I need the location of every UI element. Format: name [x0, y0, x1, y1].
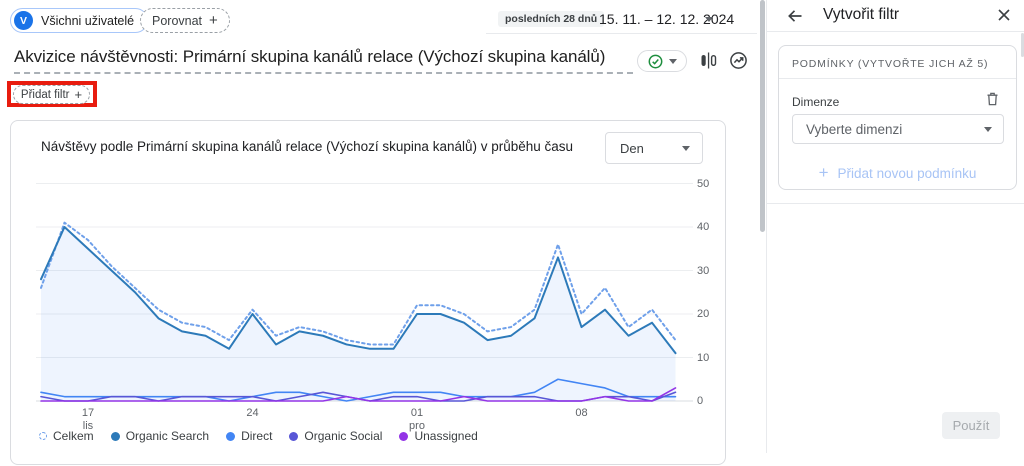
audience-chip-label: Všichni uživatelé: [41, 13, 135, 28]
caret-down-icon: [705, 17, 713, 22]
close-button[interactable]: [995, 6, 1013, 24]
date-range-preset-badge: posledních 28 dnů: [498, 11, 605, 27]
vertical-scrollbar-thumb[interactable]: [760, 0, 765, 232]
dimension-select[interactable]: Vyberte dimenzi: [792, 114, 1004, 144]
back-button[interactable]: [785, 6, 805, 26]
legend-marker-icon: [289, 431, 299, 441]
delete-condition-button[interactable]: [986, 92, 999, 106]
caret-down-icon: [668, 58, 677, 64]
compare-label: Porovnat: [152, 13, 203, 28]
legend-item: Organic Search: [110, 429, 210, 443]
panel-header-divider: [767, 31, 1024, 32]
legend-marker-icon: [39, 432, 47, 440]
audience-chip[interactable]: V Všichni uživatelé: [10, 8, 149, 33]
legend-item: Unassigned: [399, 429, 478, 443]
legend-item: Direct: [226, 429, 272, 443]
insights-icon: [730, 52, 747, 69]
panel-title: Vytvořit filtr: [823, 6, 900, 23]
chart-card: Návštěvy podle Primární skupina kanálů r…: [10, 120, 726, 465]
page: { "header": { "audience_avatar": "V", "a…: [0, 0, 1024, 465]
arrow-back-icon: [788, 10, 802, 22]
legend-label: Organic Social: [304, 429, 383, 443]
y-tick-label: 0: [697, 395, 704, 407]
y-tick-label: 30: [697, 264, 710, 277]
build-comparison-button[interactable]: [700, 52, 717, 69]
plus-icon: +: [74, 87, 83, 102]
add-filter-label: Přidat filtr: [20, 88, 70, 101]
y-tick-label: 20: [697, 308, 710, 320]
add-condition-label: Přidat novou podmínku: [837, 165, 977, 181]
add-filter-button[interactable]: Přidat filtr +: [13, 85, 90, 104]
create-filter-panel: Vytvořit filtr PODMÍNKY (VYTVOŘTE JICH A…: [766, 0, 1024, 453]
y-tick-label: 10: [697, 351, 710, 364]
x-tick-label: 08: [575, 407, 588, 419]
legend-marker-icon: [226, 431, 236, 441]
plus-icon: +: [818, 163, 829, 182]
chart-legend: Celkem Organic Search Direct Organic Social…: [39, 429, 478, 443]
page-title: Akvizice návštěvnosti: Primární skupina …: [14, 47, 606, 66]
dimension-label: Dimenze: [792, 95, 840, 109]
plus-icon: +: [209, 12, 218, 29]
traffic-chart-svg: [36, 183, 693, 402]
trash-icon: [987, 92, 998, 106]
insights-button[interactable]: [729, 51, 748, 70]
legend-marker-icon: [110, 431, 120, 441]
legend-label: Direct: [241, 429, 273, 443]
y-tick-label: 40: [697, 221, 710, 233]
comparison-icon: [701, 52, 717, 69]
panel-divider: [767, 203, 1024, 204]
legend-item: Celkem: [39, 429, 94, 443]
caret-down-icon: [984, 126, 992, 132]
conditions-header: PODMÍNKY (VYTVOŘTE JICH AŽ 5): [792, 58, 989, 70]
dimension-placeholder: Vyberte dimenzi: [806, 121, 903, 137]
check-circle-icon: [648, 54, 662, 68]
close-icon: [998, 9, 1010, 21]
legend-label: Unassigned: [414, 429, 478, 443]
x-tick-label: 24: [246, 407, 259, 419]
legend-label: Organic Search: [125, 429, 210, 443]
legend-label: Celkem: [53, 429, 94, 443]
add-condition-button[interactable]: + Přidat novou podmínku: [779, 158, 1016, 188]
date-range-selector[interactable]: 15. 11. – 12. 12. 2024: [599, 11, 734, 27]
conditions-card: PODMÍNKY (VYTVOŘTE JICH AŽ 5) Dimenze Vy…: [778, 45, 1017, 190]
compare-button[interactable]: Porovnat +: [140, 8, 230, 33]
apply-button[interactable]: Použít: [942, 412, 1000, 439]
legend-marker-icon: [399, 431, 409, 441]
header-divider: [486, 33, 757, 34]
data-quality-button[interactable]: [637, 50, 687, 72]
avatar: V: [14, 11, 33, 30]
title-dashed-underline: [14, 71, 633, 74]
conditions-divider: [779, 78, 1016, 79]
y-tick-label: 50: [697, 177, 710, 190]
legend-item: Organic Social: [289, 429, 382, 443]
